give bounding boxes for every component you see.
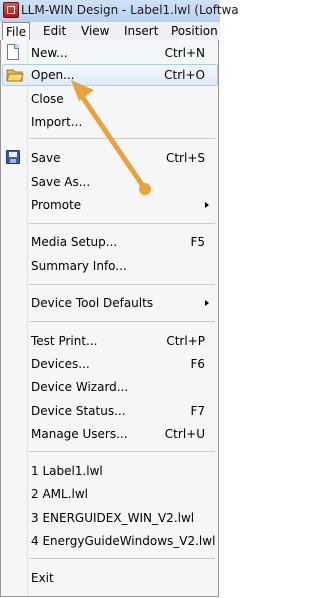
- menu-item-recent-4[interactable]: 4 EnergyGuideWindows_V2.lwl: [2, 530, 218, 552]
- menu-item-label: 2 AML.lwl: [31, 487, 88, 501]
- menu-item-label: 3 ENERGUIDEX_WIN_V2.lwl: [31, 511, 195, 525]
- menu-item-label: Device Wizard...: [31, 380, 129, 394]
- menu-item-device-wizard[interactable]: Device Wizard...: [2, 376, 218, 398]
- menu-item-label: Manage Users...: [31, 427, 128, 441]
- menu-item-summary-info[interactable]: Summary Info...: [2, 255, 218, 277]
- menu-item-label: Test Print...: [31, 334, 98, 348]
- menu-item-label: Device Status...: [31, 404, 126, 418]
- menu-separator: [29, 223, 215, 224]
- menu-item-label: Open...: [31, 68, 75, 82]
- menu-item-shortcut: Ctrl+S: [165, 151, 205, 165]
- menu-item-label: 1 Label1.lwl: [31, 464, 103, 478]
- menu-item-recent-1[interactable]: 1 Label1.lwl: [2, 460, 218, 482]
- menu-item-label: Exit: [31, 571, 54, 585]
- menu-item-promote[interactable]: Promote: [2, 194, 218, 216]
- menu-item-close[interactable]: Close: [2, 88, 218, 110]
- menu-separator: [29, 321, 215, 322]
- menu-item-recent-3[interactable]: 3 ENERGUIDEX_WIN_V2.lwl: [2, 507, 218, 529]
- menu-separator: [29, 558, 215, 559]
- menu-item-label: Save As...: [31, 175, 91, 189]
- menu-item-label: Media Setup...: [31, 235, 118, 249]
- save-icon: [6, 150, 20, 164]
- menu-edit[interactable]: Edit: [40, 23, 69, 39]
- menu-item-shortcut: Ctrl+P: [166, 334, 205, 348]
- app-logo-icon[interactable]: [3, 2, 19, 18]
- menu-item-new[interactable]: New... Ctrl+N: [2, 42, 218, 64]
- menu-item-save[interactable]: Save Ctrl+S: [2, 147, 218, 169]
- menu-item-label: Devices...: [31, 357, 90, 371]
- menu-separator: [29, 138, 215, 139]
- menu-item-manage-users[interactable]: Manage Users... Ctrl+U: [2, 423, 218, 445]
- menu-item-label: Close: [31, 92, 64, 106]
- menu-item-shortcut: Ctrl+O: [164, 68, 205, 82]
- menu-item-label: Import...: [31, 115, 83, 129]
- file-menu-dropdown: New... Ctrl+N Open... Ctrl+O Close Impor…: [0, 40, 219, 597]
- menu-item-label: Device Tool Defaults: [31, 296, 154, 310]
- menu-item-import[interactable]: Import...: [2, 111, 218, 133]
- new-document-icon: [7, 44, 19, 60]
- menu-position[interactable]: Position: [168, 23, 221, 39]
- menu-item-save-as[interactable]: Save As...: [2, 171, 218, 193]
- menu-item-shortcut: Ctrl+U: [164, 427, 205, 441]
- app-window: LLM-WIN Design - Label1.lwl (Loftwa File…: [0, 0, 239, 598]
- menu-separator: [29, 451, 215, 452]
- menu-item-label: New...: [31, 46, 68, 60]
- menu-item-label: Promote: [31, 198, 82, 212]
- open-folder-icon: [6, 69, 24, 82]
- submenu-arrow-icon: [205, 300, 209, 306]
- menu-file[interactable]: File: [2, 22, 31, 41]
- menu-bar: File Edit View Insert Position: [0, 22, 220, 41]
- menu-view[interactable]: View: [78, 23, 112, 39]
- menu-item-shortcut: F6: [190, 357, 205, 371]
- menu-item-open[interactable]: Open... Ctrl+O: [2, 64, 218, 86]
- menu-item-label: Save: [31, 151, 61, 165]
- menu-item-shortcut: Ctrl+N: [164, 46, 205, 60]
- submenu-arrow-icon: [205, 202, 209, 208]
- menu-item-label: 4 EnergyGuideWindows_V2.lwl: [31, 534, 216, 548]
- menu-separator: [29, 284, 215, 285]
- menu-item-media-setup[interactable]: Media Setup... F5: [2, 231, 218, 253]
- title-bar[interactable]: LLM-WIN Design - Label1.lwl (Loftwa: [0, 0, 239, 23]
- menu-item-recent-2[interactable]: 2 AML.lwl: [2, 483, 218, 505]
- menu-item-label: Summary Info...: [31, 259, 127, 273]
- menu-item-test-print[interactable]: Test Print... Ctrl+P: [2, 330, 218, 352]
- menu-item-device-status[interactable]: Device Status... F7: [2, 400, 218, 422]
- menu-insert[interactable]: Insert: [121, 23, 161, 39]
- menu-item-shortcut: F7: [190, 404, 205, 418]
- window-title: LLM-WIN Design - Label1.lwl (Loftwa: [21, 3, 239, 17]
- menu-item-exit[interactable]: Exit: [2, 567, 218, 589]
- menu-item-shortcut: F5: [190, 235, 205, 249]
- menu-item-devices[interactable]: Devices... F6: [2, 353, 218, 375]
- menu-item-device-tool-defaults[interactable]: Device Tool Defaults: [2, 292, 218, 314]
